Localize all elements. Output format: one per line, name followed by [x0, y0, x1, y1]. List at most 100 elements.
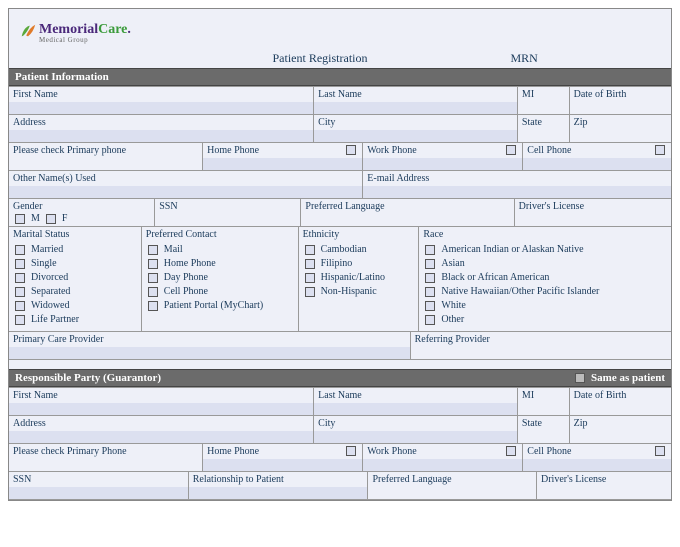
work-phone-input[interactable] — [363, 158, 522, 170]
same-as-patient-label: Same as patient — [591, 372, 665, 384]
first-name-label: First Name — [9, 87, 313, 101]
g-home-phone-input[interactable] — [203, 459, 362, 471]
zip-label: Zip — [570, 115, 671, 129]
g-ssn-label: SSN — [9, 472, 188, 486]
contact-homephone-check[interactable] — [148, 259, 158, 269]
referring-label: Referring Provider — [411, 332, 671, 346]
gender-f-check[interactable] — [46, 214, 56, 224]
home-phone-input[interactable] — [203, 158, 362, 170]
race-nhpi-check[interactable] — [425, 287, 435, 297]
pcp-input[interactable] — [9, 347, 410, 359]
g-dob-label: Date of Birth — [570, 388, 671, 402]
email-input[interactable] — [363, 186, 671, 198]
pref-lang-label: Preferred Language — [301, 199, 513, 213]
marital-status-options: Married Single Divorced Separated Widowe… — [9, 241, 141, 331]
email-label: E-mail Address — [363, 171, 671, 185]
page-title: Patient Registration — [170, 51, 471, 66]
g-city-label: City — [314, 416, 517, 430]
g-work-phone-input[interactable] — [363, 459, 522, 471]
home-phone-label: Home Phone — [207, 145, 259, 157]
marital-single-check[interactable] — [15, 259, 25, 269]
section-patient-info: Patient Information — [9, 68, 671, 86]
other-names-label: Other Name(s) Used — [9, 171, 362, 185]
last-name-label: Last Name — [314, 87, 517, 101]
city-input[interactable] — [314, 130, 517, 142]
gender-m-check[interactable] — [15, 214, 25, 224]
g-first-name-label: First Name — [9, 388, 313, 402]
contact-cellphone-check[interactable] — [148, 287, 158, 297]
g-relationship-input[interactable] — [189, 487, 368, 499]
state-label: State — [518, 115, 569, 129]
g-pref-lang-label: Preferred Language — [368, 472, 536, 486]
g-primary-phone-label: Please check Primary Phone — [9, 444, 202, 458]
marital-widowed-check[interactable] — [15, 301, 25, 311]
title-row: Patient Registration MRN — [9, 51, 671, 68]
gender-label: Gender — [9, 199, 154, 213]
marital-separated-check[interactable] — [15, 287, 25, 297]
g-mi-label: MI — [518, 388, 569, 402]
marital-status-title: Marital Status — [9, 227, 141, 241]
g-address-label: Address — [9, 416, 313, 430]
eth-cambodian-check[interactable] — [305, 245, 315, 255]
race-other-check[interactable] — [425, 315, 435, 325]
pref-contact-options: Mail Home Phone Day Phone Cell Phone Pat… — [142, 241, 298, 317]
form-page: MemorialCare. Medical Group Patient Regi… — [8, 8, 672, 501]
logo: MemorialCare. Medical Group — [19, 22, 131, 44]
g-home-phone-check[interactable] — [346, 446, 356, 456]
race-aian-check[interactable] — [425, 245, 435, 255]
gender-f-label: F — [62, 213, 68, 224]
g-cell-phone-check[interactable] — [655, 446, 665, 456]
leaf-icon — [19, 22, 37, 40]
section-guarantor: Responsible Party (Guarantor) Same as pa… — [9, 369, 671, 387]
dob-label: Date of Birth — [570, 87, 671, 101]
city-label: City — [314, 115, 517, 129]
contact-mail-check[interactable] — [148, 245, 158, 255]
pcp-label: Primary Care Provider — [9, 332, 410, 346]
g-ssn-input[interactable] — [9, 487, 188, 499]
address-input[interactable] — [9, 130, 313, 142]
ssn-label: SSN — [155, 199, 300, 213]
eth-hispanic-check[interactable] — [305, 273, 315, 283]
g-city-input[interactable] — [314, 431, 517, 443]
same-as-patient-check[interactable] — [575, 373, 585, 383]
g-first-name-input[interactable] — [9, 403, 313, 415]
eth-filipino-check[interactable] — [305, 259, 315, 269]
marital-married-check[interactable] — [15, 245, 25, 255]
address-label: Address — [9, 115, 313, 129]
g-state-label: State — [518, 416, 569, 430]
race-asian-check[interactable] — [425, 259, 435, 269]
contact-dayphone-check[interactable] — [148, 273, 158, 283]
work-phone-check[interactable] — [506, 145, 516, 155]
g-cell-phone-label: Cell Phone — [527, 446, 571, 458]
cell-phone-check[interactable] — [655, 145, 665, 155]
g-last-name-input[interactable] — [314, 403, 517, 415]
g-work-phone-label: Work Phone — [367, 446, 416, 458]
g-cell-phone-input[interactable] — [523, 459, 671, 471]
ethnicity-options: Cambodian Filipino Hispanic/Latino Non-H… — [299, 241, 419, 303]
g-address-input[interactable] — [9, 431, 313, 443]
g-dl-label: Driver's License — [537, 472, 671, 486]
race-white-check[interactable] — [425, 301, 435, 311]
home-phone-check[interactable] — [346, 145, 356, 155]
other-names-input[interactable] — [9, 186, 362, 198]
mi-label: MI — [518, 87, 569, 101]
contact-portal-check[interactable] — [148, 301, 158, 311]
cell-phone-label: Cell Phone — [527, 145, 571, 157]
g-zip-label: Zip — [570, 416, 671, 430]
primary-phone-label: Please check Primary phone — [9, 143, 202, 157]
marital-lifepartner-check[interactable] — [15, 315, 25, 325]
mrn-label: MRN — [471, 51, 662, 66]
header-row: MemorialCare. Medical Group — [9, 9, 671, 51]
pref-contact-title: Preferred Contact — [142, 227, 298, 241]
last-name-input[interactable] — [314, 102, 517, 114]
eth-nonhispanic-check[interactable] — [305, 287, 315, 297]
cell-phone-input[interactable] — [523, 158, 671, 170]
marital-divorced-check[interactable] — [15, 273, 25, 283]
ethnicity-title: Ethnicity — [299, 227, 419, 241]
work-phone-label: Work Phone — [367, 145, 416, 157]
dl-label: Driver's License — [515, 199, 671, 213]
first-name-input[interactable] — [9, 102, 313, 114]
g-relationship-label: Relationship to Patient — [189, 472, 368, 486]
race-black-check[interactable] — [425, 273, 435, 283]
g-work-phone-check[interactable] — [506, 446, 516, 456]
